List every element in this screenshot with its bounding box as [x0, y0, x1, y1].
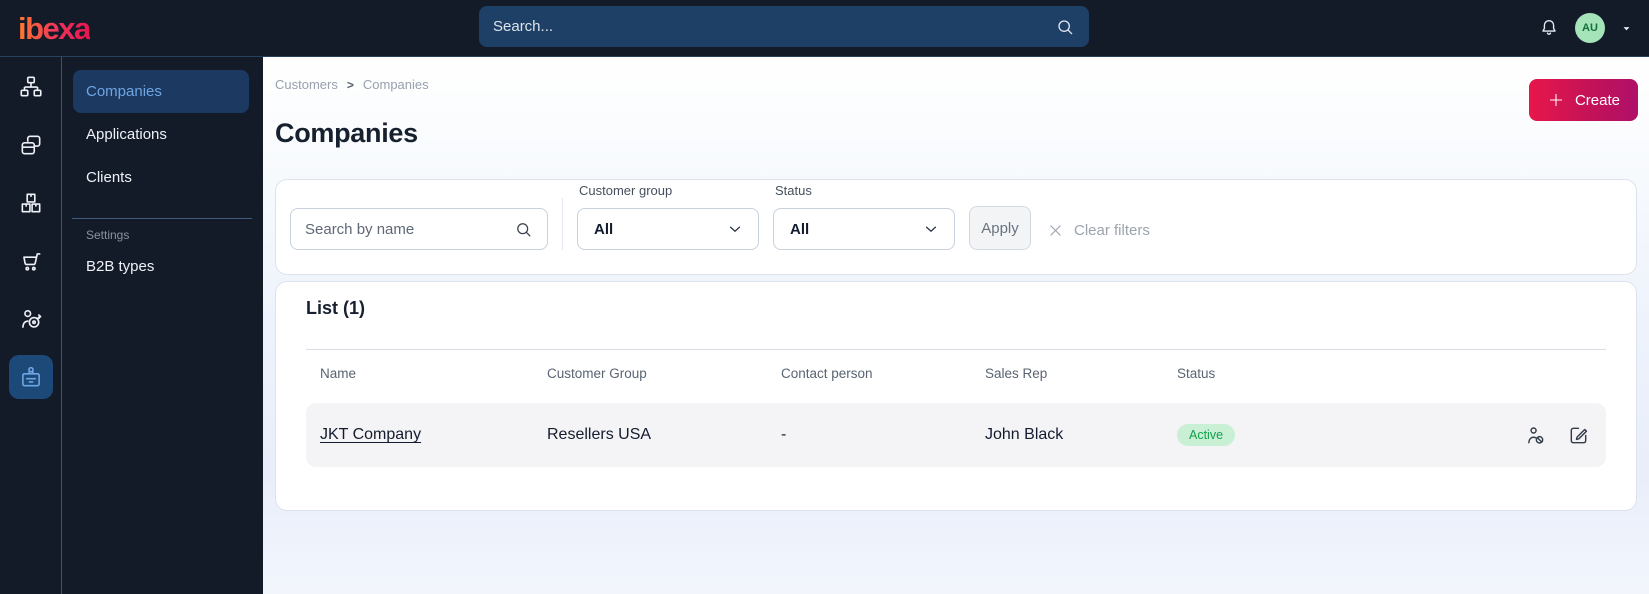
app-root: ibexa AU: [0, 0, 1649, 594]
filter-bar: Customer group All Status All: [275, 179, 1637, 275]
cell-contact-person: -: [781, 426, 787, 443]
column-contact-person: Contact person: [781, 366, 873, 381]
sidebar-item-clients[interactable]: Clients: [73, 156, 249, 199]
name-search-field[interactable]: [290, 208, 548, 250]
filter-divider: [562, 198, 563, 250]
row-actions: [1524, 424, 1590, 447]
status-badge: Active: [1177, 423, 1236, 447]
plus-icon: [1549, 93, 1563, 107]
global-search[interactable]: [479, 6, 1089, 47]
breadcrumb-companies: Companies: [362, 77, 429, 92]
edit-company-button[interactable]: [1567, 424, 1590, 447]
shell: Companies Applications Clients Settings …: [0, 57, 1649, 594]
sidebar-item-companies[interactable]: Companies: [73, 70, 249, 113]
global-search-input[interactable]: [493, 18, 1055, 35]
icon-rail: [0, 57, 62, 594]
status-filter: Status All: [773, 183, 955, 250]
cell-customer-group: Resellers USA: [547, 426, 652, 443]
company-name-link[interactable]: JKT Company: [320, 426, 421, 443]
rail-item-products[interactable]: [9, 181, 53, 225]
list-title: List (1): [306, 298, 366, 318]
sidebar: Companies Applications Clients Settings …: [62, 57, 263, 594]
edit-icon: [1570, 427, 1588, 443]
user-block-icon: [1528, 426, 1544, 444]
topbar: ibexa AU: [0, 0, 1649, 57]
status-select[interactable]: All: [773, 208, 955, 250]
column-name: Name: [320, 366, 357, 381]
column-customer-group: Customer Group: [547, 366, 647, 381]
personalization-icon: [21, 309, 41, 328]
search-icon: [517, 222, 531, 236]
deactivate-user-button[interactable]: [1524, 424, 1547, 447]
status-value: All: [790, 220, 810, 238]
pages-icon: [21, 135, 40, 155]
table-header: Name Customer Group Contact person Sales…: [306, 350, 1606, 397]
apply-button[interactable]: Apply: [969, 206, 1031, 250]
rail-item-personalization[interactable]: [9, 297, 53, 341]
chevron-down-icon: [925, 226, 937, 232]
search-icon: [1058, 19, 1073, 34]
rail-item-customer-portal[interactable]: [8, 355, 53, 399]
customer-group-filter: Customer group All: [577, 183, 759, 250]
ibexa-logo[interactable]: ibexa: [18, 13, 91, 44]
rail-item-cart[interactable]: [9, 239, 53, 283]
content-tree-icon: [19, 76, 42, 97]
cell-sales-rep: John Black: [985, 426, 1064, 443]
create-button-label: Create: [1574, 91, 1620, 109]
column-status: Status: [1177, 366, 1216, 381]
column-sales-rep: Sales Rep: [985, 366, 1048, 381]
sidebar-section-settings: Settings: [86, 228, 130, 242]
main-content: Customers > Companies Create Companies S…: [263, 57, 1649, 594]
name-search-input[interactable]: [305, 220, 514, 238]
breadcrumb-separator: >: [346, 77, 354, 92]
chevron-down-icon: [729, 226, 741, 232]
sidebar-item-b2b-types[interactable]: B2B types: [73, 245, 249, 288]
user-menu-caret-icon[interactable]: [1620, 22, 1633, 35]
breadcrumb-customers[interactable]: Customers: [275, 77, 338, 92]
sidebar-item-applications[interactable]: Applications: [73, 113, 249, 156]
rail-item-content-tree[interactable]: [9, 65, 53, 109]
products-icon: [21, 193, 40, 213]
breadcrumb: Customers > Companies: [275, 77, 1637, 92]
customer-group-label: Customer group: [579, 183, 673, 198]
clear-filters-label: Clear filters: [1074, 222, 1150, 239]
avatar[interactable]: AU: [1575, 13, 1605, 43]
notifications-bell-icon[interactable]: [1538, 17, 1560, 39]
close-icon: [1050, 225, 1061, 236]
customer-group-value: All: [594, 220, 614, 238]
cart-icon: [22, 253, 40, 271]
customer-group-select[interactable]: All: [577, 208, 759, 250]
rail-item-pages[interactable]: [9, 123, 53, 167]
page-title: Companies: [275, 118, 418, 148]
customer-portal-icon: [21, 366, 40, 387]
clear-filters-button[interactable]: Clear filters: [1047, 222, 1150, 239]
topbar-right: AU: [1538, 13, 1633, 43]
status-label: Status: [775, 183, 812, 198]
create-button[interactable]: Create: [1528, 79, 1638, 121]
companies-list-card: List (1) Name Customer Group Contact per…: [275, 281, 1637, 511]
table-row: JKT Company Resellers USA - John Black A…: [306, 403, 1606, 467]
